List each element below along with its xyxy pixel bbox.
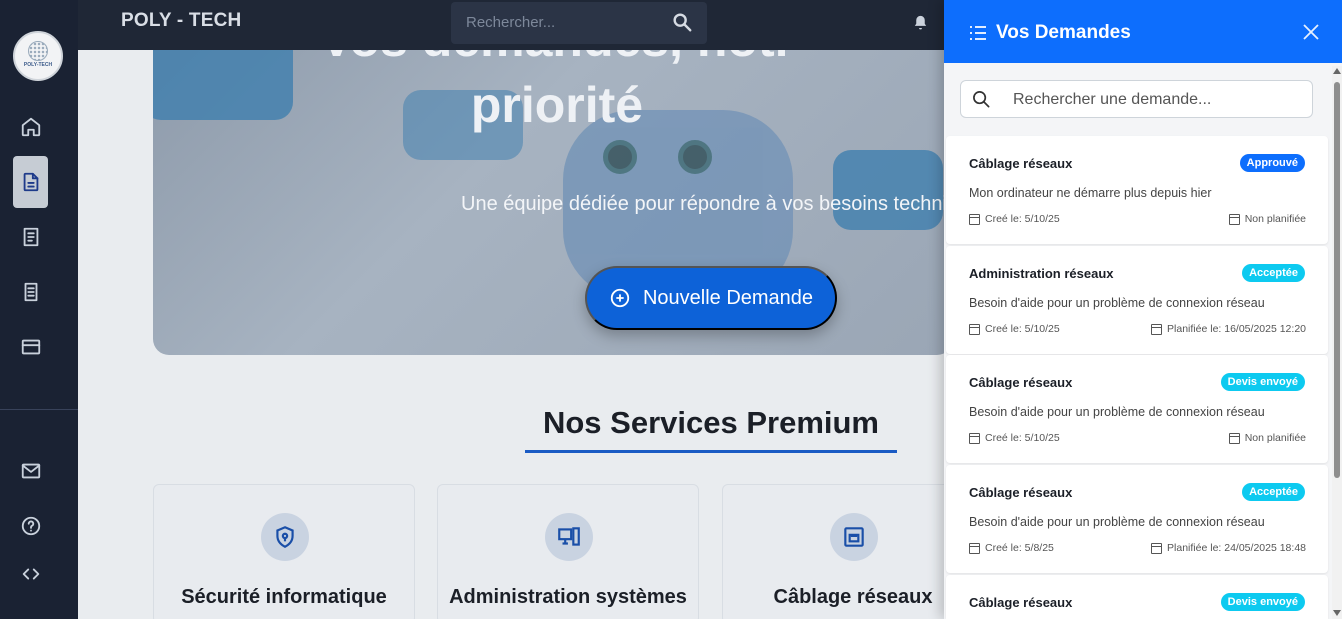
sidebar-item-payments[interactable] [13, 329, 48, 364]
calendar-icon [1228, 432, 1240, 444]
new-request-button[interactable]: Nouvelle Demande [585, 266, 837, 330]
services-title-underline [525, 450, 897, 453]
help-icon [21, 516, 40, 535]
calendar-icon [969, 432, 980, 444]
request-card[interactable]: Câblage réseaux Approuvé Mon ordinateur … [946, 136, 1328, 244]
calendar-icon [1151, 323, 1163, 335]
robot-eye [603, 140, 637, 174]
sidebar-item-dev[interactable] [13, 556, 48, 591]
plus-circle-icon [610, 288, 630, 308]
service-icon-wrap [830, 513, 878, 561]
invoice-icon [24, 282, 37, 301]
request-created-text: Creé le: 5/10/25 [985, 323, 1060, 335]
requests-panel-header: Vos Demandes [944, 0, 1342, 63]
request-description: Besoin d'aide pour un problème de connex… [969, 405, 1265, 419]
scroll-up-arrow[interactable] [1333, 68, 1341, 74]
list-icon [969, 25, 987, 46]
calendar-icon [969, 213, 980, 225]
sidebar-item-receipts[interactable] [13, 219, 48, 254]
scroll-thumb[interactable] [1334, 82, 1340, 478]
close-icon [1303, 24, 1319, 40]
request-card[interactable]: Administration réseaux Acceptée Besoin d… [946, 246, 1328, 354]
hero-decoration [833, 150, 943, 230]
sidebar-item-messages[interactable] [13, 453, 48, 488]
list-icon-svg [970, 26, 986, 40]
request-created: Creé le: 5/8/25 [969, 542, 1054, 554]
request-planned: Planifiée le: 24/05/2025 18:48 [1151, 542, 1306, 554]
service-title: Sécurité informatique [181, 586, 387, 608]
request-card[interactable]: Câblage réseaux Devis envoyé [946, 575, 1328, 619]
request-card[interactable]: Câblage réseaux Devis envoyé Besoin d'ai… [946, 355, 1328, 463]
global-search: Rechercher... [451, 2, 707, 44]
service-card[interactable]: Sécurité informatique [153, 484, 415, 619]
ethernet-icon [844, 527, 864, 547]
mail-icon [21, 463, 40, 478]
sidebar-item-help[interactable] [13, 508, 48, 543]
calendar-icon [969, 323, 980, 335]
search-icon [972, 90, 991, 114]
search-button[interactable] [671, 11, 693, 38]
shield-lock-icon [276, 526, 294, 548]
code-icon [22, 568, 39, 579]
request-title: Câblage réseaux [969, 156, 1073, 171]
close-panel-button[interactable] [1301, 22, 1321, 42]
scroll-down-arrow[interactable] [1333, 610, 1341, 616]
sidebar-divider [0, 409, 78, 410]
search-icon [673, 13, 692, 32]
document-icon [23, 172, 38, 192]
request-description: Besoin d'aide pour un problème de connex… [969, 296, 1265, 310]
request-created: Creé le: 5/10/25 [969, 213, 1060, 225]
request-created-text: Creé le: 5/10/25 [985, 432, 1060, 444]
request-title: Câblage réseaux [969, 375, 1073, 390]
service-title: Administration systèmes [449, 586, 687, 608]
service-icon-wrap [545, 513, 593, 561]
request-card[interactable]: Câblage réseaux Acceptée Besoin d'aide p… [946, 465, 1328, 573]
status-badge: Acceptée [1242, 264, 1305, 282]
status-badge: Acceptée [1242, 483, 1305, 501]
request-created: Creé le: 5/10/25 [969, 432, 1060, 444]
notifications-button[interactable] [912, 14, 929, 37]
new-request-label: Nouvelle Demande [642, 286, 814, 309]
request-search-input[interactable]: Rechercher une demande... [1013, 91, 1211, 109]
hero-subtitle: Une équipe dédiée pour répondre à vos be… [461, 193, 970, 215]
brand-name[interactable]: POLY - TECH [121, 10, 241, 32]
status-badge: Devis envoyé [1220, 593, 1305, 611]
request-title: Administration réseaux [969, 266, 1114, 281]
credit-card-icon [21, 339, 40, 354]
service-card[interactable]: Administration systèmes [437, 484, 699, 619]
status-badge: Devis envoyé [1220, 373, 1305, 391]
sidebar-item-requests[interactable] [13, 156, 48, 208]
request-planned-text: Planifiée le: 16/05/2025 12:20 [1167, 323, 1306, 335]
request-search-field[interactable]: Rechercher une demande... [960, 80, 1313, 118]
calendar-icon [969, 542, 980, 554]
services-title: Nos Services Premium [542, 405, 879, 440]
request-created-text: Creé le: 5/8/25 [985, 542, 1054, 554]
request-planned-text: Non planifiée [1244, 432, 1306, 444]
request-description: Mon ordinateur ne démarre plus depuis hi… [969, 186, 1212, 200]
calendar-icon [1151, 542, 1163, 554]
request-planned-text: Non planifiée [1244, 213, 1306, 225]
sidebar-item-invoices[interactable] [13, 274, 48, 309]
calendar-icon [1228, 213, 1240, 225]
request-created-text: Creé le: 5/10/25 [985, 213, 1060, 225]
receipt-icon [23, 227, 38, 246]
request-planned: Non planifiée [1228, 432, 1306, 444]
requests-panel-title: Vos Demandes [996, 22, 1131, 43]
request-title: Câblage réseaux [969, 595, 1073, 610]
request-planned: Planifiée le: 16/05/2025 12:20 [1151, 323, 1306, 335]
robot-eye [678, 140, 712, 174]
requests-panel: Vos Demandes Rechercher une demande... C… [944, 0, 1342, 619]
request-planned: Non planifiée [1228, 213, 1306, 225]
request-title: Câblage réseaux [969, 485, 1073, 500]
status-badge: Approuvé [1239, 154, 1305, 172]
search-input[interactable]: Rechercher... [466, 14, 555, 31]
service-icon-wrap [261, 513, 309, 561]
request-planned-text: Planifiée le: 24/05/2025 18:48 [1167, 542, 1306, 554]
bell-icon [914, 15, 927, 30]
request-created: Creé le: 5/10/25 [969, 323, 1060, 335]
panel-scrollbar[interactable] [1332, 66, 1342, 619]
request-description: Besoin d'aide pour un problème de connex… [969, 515, 1265, 529]
computer-icon [558, 527, 580, 546]
